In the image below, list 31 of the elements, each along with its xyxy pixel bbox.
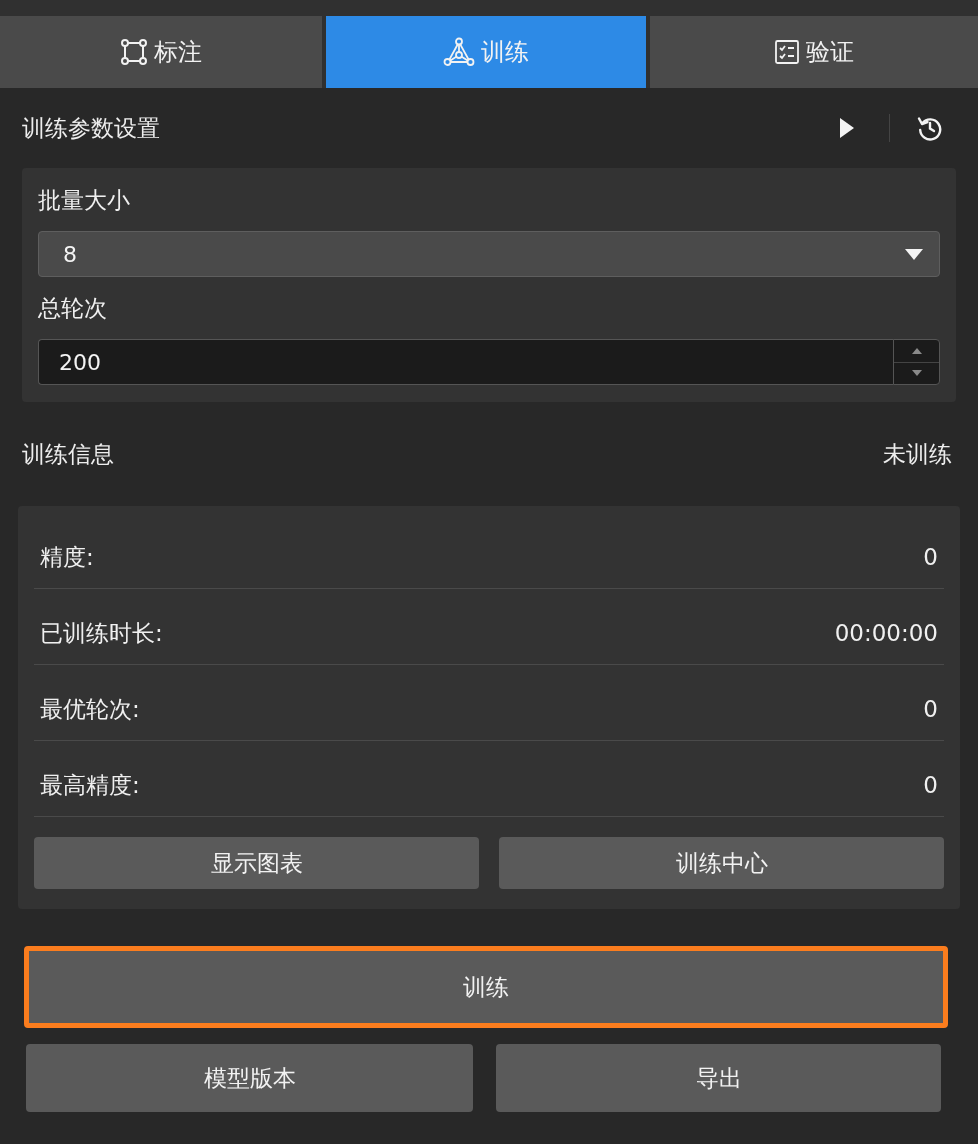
info-value: 0 [923, 542, 938, 571]
field-label: 批量大小 [38, 186, 131, 214]
epochs-input[interactable]: 200 [38, 339, 893, 385]
action-button[interactable]: 训练中心 [499, 837, 944, 889]
info-label: 精度: [40, 542, 94, 571]
tab[interactable]: 标注 [0, 16, 322, 88]
train-button[interactable]: 训练 [24, 946, 948, 1028]
network-icon [443, 37, 475, 67]
history-icon [917, 115, 943, 141]
info-value: 00:00:00 [834, 618, 938, 647]
field-label: 总轮次 [38, 294, 108, 322]
caret-down-icon [905, 248, 923, 260]
action-button[interactable]: 导出 [496, 1044, 941, 1112]
section-title: 训练参数设置 [22, 113, 160, 143]
info-value: 0 [923, 770, 938, 799]
caret-down-icon [911, 370, 922, 377]
tab[interactable]: 验证 [650, 16, 978, 88]
caret-up-icon [911, 347, 922, 354]
info-label: 已训练时长: [40, 618, 163, 647]
action-button[interactable]: 模型版本 [26, 1044, 473, 1112]
info-label: 最高精度: [40, 770, 140, 799]
section-title: 训练信息 [22, 439, 114, 469]
checklist-icon [774, 39, 800, 65]
bounding-box-icon [120, 38, 148, 66]
info-label: 最优轮次: [40, 694, 140, 723]
batch-size-select[interactable]: 8 [38, 231, 940, 277]
info-value: 0 [923, 694, 938, 723]
training-status: 未训练 [883, 439, 952, 469]
play-icon [839, 117, 855, 139]
tab[interactable]: 训练 [326, 16, 646, 88]
action-button[interactable]: 显示图表 [34, 837, 479, 889]
